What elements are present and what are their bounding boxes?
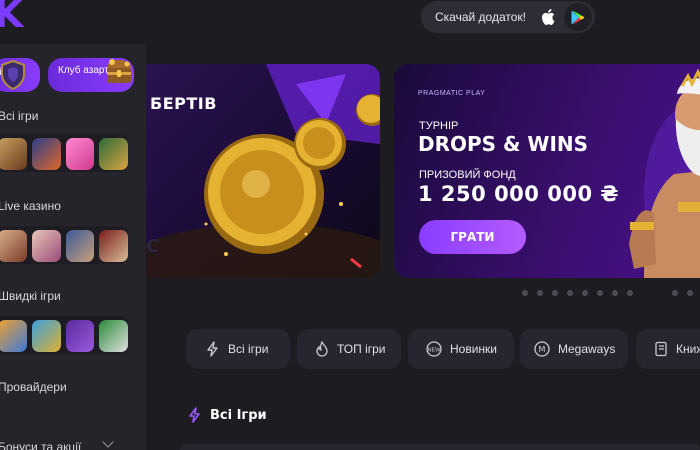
carousel-dots-2 — [672, 290, 693, 296]
carousel-dots — [522, 290, 633, 296]
category-chip-label: Новинки — [450, 342, 497, 356]
prize-fund-amount: 1 250 000 000 ₴ — [418, 182, 619, 206]
game-thumbnail[interactable] — [65, 320, 95, 352]
category-chip-megaways[interactable]: M Megaways — [520, 329, 628, 369]
sidebar-item-quick-games[interactable]: Швидкі ігри — [0, 289, 61, 303]
pragmatic-play-logo: PRAGMATIC PLAY — [418, 90, 486, 97]
sidebar-promo-card[interactable]: ні — [0, 58, 40, 92]
carousel-dot[interactable] — [567, 290, 573, 296]
svg-text:NEW: NEW — [427, 348, 441, 354]
promo-banner-1-title: БЕРТІВ — [150, 94, 217, 113]
game-thumbnail[interactable] — [65, 138, 95, 170]
lightning-icon — [189, 407, 200, 423]
download-app-pill[interactable]: Скачай додаток! — [421, 1, 595, 33]
game-thumbnail[interactable] — [99, 230, 128, 262]
tournament-label: ТУРНІР — [419, 120, 459, 132]
all-games-section-title: Всі Ігри — [188, 407, 267, 423]
promo-banner-1[interactable]: БЕРТІВ С — [146, 64, 380, 278]
game-thumbnail[interactable] — [65, 230, 95, 262]
svg-text:M: M — [539, 345, 546, 354]
category-chip-label: Книж — [676, 342, 700, 356]
category-chip-label: ТОП ігри — [337, 342, 386, 356]
game-thumbnail[interactable] — [99, 320, 128, 352]
prize-fund-label: ПРИЗОВИЙ ФОНД — [419, 169, 516, 181]
promo-banner-drops-wins[interactable]: PRAGMATIC PLAY ТУРНІР DROPS & WINS ПРИЗО… — [394, 64, 700, 278]
new-badge-icon: NEW — [426, 341, 442, 357]
game-thumbnail[interactable] — [31, 320, 61, 352]
brand-logo[interactable]: K — [0, 0, 23, 36]
sidebar: ні Клуб азарту 2К Всі ігри Live казино Ш… — [0, 44, 146, 450]
play-button[interactable]: ГРАТИ — [419, 220, 526, 254]
section-title-label: Всі Ігри — [210, 407, 267, 423]
category-chip-books[interactable]: Книж — [636, 329, 700, 369]
shield-icon — [0, 58, 30, 92]
game-thumbnail[interactable] — [0, 230, 27, 262]
sidebar-item-bonuses[interactable]: Бонуси та акції — [0, 440, 81, 450]
treasure-chest-icon — [102, 55, 136, 89]
sidebar-all-games-thumbs — [0, 134, 128, 172]
club-azartu-card[interactable]: Клуб азарту 2К — [48, 58, 134, 92]
chevron-down-icon[interactable] — [102, 436, 114, 448]
carousel-dot[interactable] — [672, 290, 678, 296]
promo-banner-1-subtitle: С — [146, 236, 160, 257]
game-thumbnail[interactable] — [99, 138, 128, 170]
carousel-dot[interactable] — [552, 290, 558, 296]
carousel-dot[interactable] — [522, 290, 528, 296]
game-thumbnail[interactable] — [31, 230, 61, 262]
download-app-label: Скачай додаток! — [435, 10, 526, 24]
carousel-dot[interactable] — [627, 290, 633, 296]
book-icon — [655, 341, 667, 357]
apple-icon[interactable] — [534, 3, 562, 31]
sidebar-item-providers[interactable]: Провайдери — [0, 380, 67, 394]
carousel-dot[interactable] — [687, 290, 693, 296]
category-chip-top-games[interactable]: ТОП ігри — [297, 329, 401, 369]
tournament-title: DROPS & WINS — [418, 132, 589, 156]
category-chip-label: Всі ігри — [228, 342, 269, 356]
sidebar-live-casino-thumbs — [0, 226, 128, 264]
game-thumbnail[interactable] — [0, 138, 27, 170]
category-chip-label: Megaways — [558, 342, 616, 356]
sidebar-quick-games-thumbs — [0, 316, 128, 354]
game-thumbnail[interactable] — [31, 138, 61, 170]
search-bar[interactable] — [180, 444, 700, 450]
megaways-icon: M — [534, 341, 550, 357]
game-thumbnail[interactable] — [0, 320, 27, 352]
flame-icon — [316, 341, 328, 357]
lightning-icon — [207, 341, 218, 357]
sidebar-item-live-casino[interactable]: Live казино — [0, 199, 61, 213]
google-play-icon[interactable] — [564, 3, 592, 31]
carousel-dot[interactable] — [582, 290, 588, 296]
category-chip-new[interactable]: NEW Новинки — [408, 329, 514, 369]
carousel-dot[interactable] — [612, 290, 618, 296]
carousel-dot[interactable] — [537, 290, 543, 296]
sidebar-item-all-games[interactable]: Всі ігри — [0, 109, 38, 123]
category-chip-all-games[interactable]: Всі ігри — [186, 329, 290, 369]
carousel-dot[interactable] — [597, 290, 603, 296]
